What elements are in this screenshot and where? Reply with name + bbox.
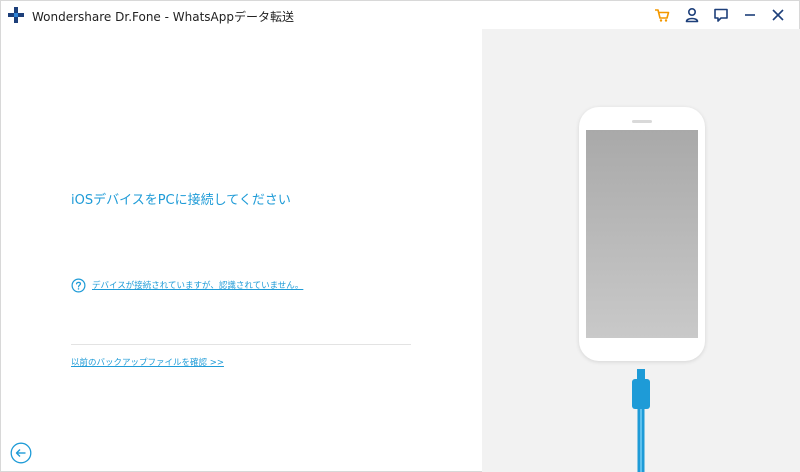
window-title: Wondershare Dr.Fone - WhatsAppデータ転送 xyxy=(32,10,294,24)
back-arrow-icon[interactable] xyxy=(10,442,32,464)
account-button[interactable] xyxy=(681,5,703,25)
help-link-row[interactable]: デバイスが接続されていますが、認識されていません。 xyxy=(71,277,303,293)
feedback-button[interactable] xyxy=(710,5,732,25)
minimize-icon xyxy=(745,14,755,16)
phone-screen xyxy=(586,130,698,338)
minimize-button[interactable] xyxy=(739,5,761,25)
divider xyxy=(71,344,411,345)
cart-icon xyxy=(655,9,670,22)
phone-speaker xyxy=(632,120,652,123)
device-illustration-panel xyxy=(482,29,800,472)
account-icon xyxy=(685,7,699,23)
title-bar: Wondershare Dr.Fone - WhatsAppデータ転送 xyxy=(1,1,799,29)
feedback-icon xyxy=(714,8,728,22)
lightning-cable-icon xyxy=(632,369,650,472)
question-circle-icon xyxy=(71,278,86,292)
cart-button[interactable] xyxy=(651,5,673,25)
drfone-logo-icon xyxy=(8,7,24,23)
close-icon xyxy=(772,9,784,21)
phone-illustration xyxy=(579,107,705,361)
connect-device-prompt: iOSデバイスをPCに接続してください xyxy=(71,193,291,208)
view-previous-backup-link[interactable]: 以前のバックアップファイルを確認 >> xyxy=(71,356,224,368)
app-window: Wondershare Dr.Fone - WhatsAppデータ転送 iOSデ… xyxy=(0,0,800,472)
close-button[interactable] xyxy=(767,5,789,25)
device-not-recognized-link[interactable]: デバイスが接続されていますが、認識されていません。 xyxy=(92,279,303,291)
